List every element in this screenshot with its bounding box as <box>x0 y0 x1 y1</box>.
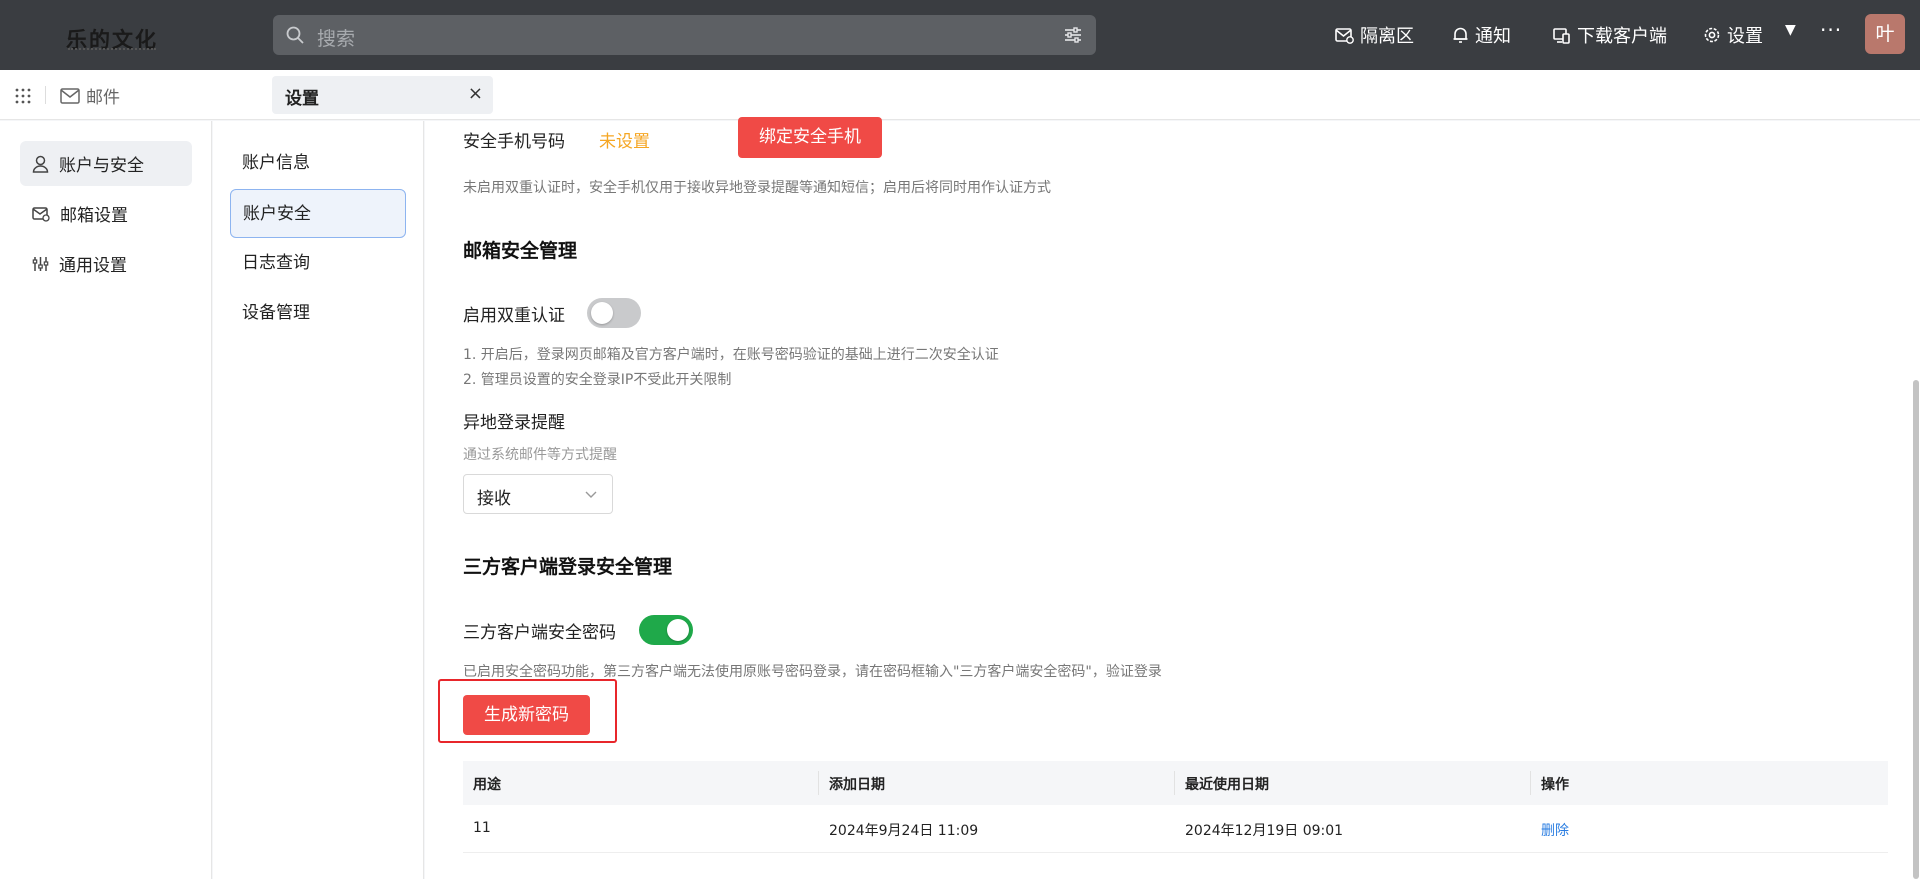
sub-menu: 账户信息 账户安全 日志查询 设备管理 <box>213 121 424 879</box>
column-header-added-date: 添加日期 <box>829 777 885 793</box>
submenu-item-account-info[interactable]: 账户信息 <box>230 139 406 188</box>
search-bar[interactable]: 搜索 <box>273 15 1096 55</box>
apps-grid-icon[interactable] <box>14 87 32 105</box>
third-party-password-label: 三方客户端安全密码 <box>463 623 616 643</box>
sidebar-item-account-security[interactable]: 账户与安全 <box>20 141 192 186</box>
chevron-down-icon <box>585 491 597 498</box>
column-header-last-used: 最近使用日期 <box>1185 777 1269 793</box>
more-menu-icon[interactable]: ··· <box>1820 18 1842 42</box>
tab-mail-label: 邮件 <box>86 88 120 108</box>
notifications-label: 通知 <box>1475 26 1511 47</box>
sliders-icon <box>32 256 49 271</box>
tab-bar: 邮件 设置 × <box>0 70 1920 120</box>
remote-login-select[interactable]: 接收 <box>463 474 613 514</box>
remote-login-select-value: 接收 <box>477 489 511 509</box>
security-phone-label: 安全手机号码 <box>463 132 565 152</box>
quarantine-label: 隔离区 <box>1360 26 1414 47</box>
column-divider <box>1530 771 1531 795</box>
delete-link[interactable]: 删除 <box>1541 820 1569 840</box>
notifications-link[interactable]: 通知 <box>1452 20 1511 50</box>
bell-icon <box>1453 27 1468 43</box>
mailbox-settings-icon <box>32 206 50 222</box>
generate-password-button[interactable]: 生成新密码 <box>463 695 590 735</box>
third-party-password-toggle[interactable] <box>639 615 693 645</box>
mail-icon <box>60 87 80 104</box>
logo-underline <box>68 48 156 51</box>
mailbox-security-title: 邮箱安全管理 <box>463 240 578 262</box>
search-icon <box>286 26 304 44</box>
quarantine-icon <box>1335 27 1354 44</box>
avatar[interactable]: 叶 <box>1865 14 1905 54</box>
filter-icon[interactable] <box>1064 26 1082 44</box>
sidebar-item-label: 邮箱设置 <box>60 206 128 226</box>
two-factor-toggle[interactable] <box>587 298 641 328</box>
column-header-actions: 操作 <box>1541 777 1569 793</box>
gear-icon <box>1704 27 1720 43</box>
sidebar-item-general-settings[interactable]: 通用设置 <box>20 241 192 286</box>
sidebar-item-label: 通用设置 <box>59 256 127 276</box>
download-client-label: 下载客户端 <box>1577 26 1667 47</box>
column-header-purpose: 用途 <box>473 777 501 793</box>
search-input[interactable]: 搜索 <box>317 24 355 51</box>
sidebar-item-mailbox-settings[interactable]: 邮箱设置 <box>20 191 192 236</box>
table-header: 用途 添加日期 最近使用日期 操作 <box>463 761 1888 805</box>
bind-phone-button[interactable]: 绑定安全手机 <box>738 117 882 158</box>
settings-sidebar: 账户与安全 邮箱设置 通用设置 <box>0 121 212 879</box>
cell-added-date: 2024年9月24日 11:09 <box>829 823 979 839</box>
submenu-item-account-security[interactable]: 账户安全 <box>230 189 406 238</box>
quarantine-link[interactable]: 隔离区 <box>1335 20 1414 50</box>
tab-settings-label: 设置 <box>285 89 319 109</box>
remote-login-label: 异地登录提醒 <box>463 413 565 433</box>
scrollbar-thumb[interactable] <box>1913 380 1919 879</box>
tab-mail[interactable]: 邮件 <box>60 83 120 108</box>
sidebar-item-label: 账户与安全 <box>59 156 144 176</box>
security-phone-note: 未启用双重认证时，安全手机仅用于接收异地登录提醒等通知短信；启用后将同时用作认证… <box>463 180 1051 196</box>
two-factor-label: 启用双重认证 <box>463 306 565 326</box>
third-party-security-title: 三方客户端登录安全管理 <box>463 556 673 578</box>
submenu-item-log-query[interactable]: 日志查询 <box>230 239 406 288</box>
top-bar: 乐的文化 搜索 隔离区 通知 下载客户端 设置 ▼ ··· 叶 <box>0 0 1920 70</box>
cell-purpose: 11 <box>473 820 491 836</box>
toggle-knob <box>591 302 613 324</box>
devices-icon <box>1553 27 1570 44</box>
settings-dropdown-caret-icon[interactable]: ▼ <box>1785 22 1796 38</box>
user-icon <box>32 155 49 173</box>
tab-settings[interactable]: 设置 × <box>272 76 493 114</box>
settings-label: 设置 <box>1727 26 1763 47</box>
cell-last-used: 2024年12月19日 09:01 <box>1185 823 1344 839</box>
column-divider <box>1174 771 1175 795</box>
two-factor-note-1: 1. 开启后，登录网页邮箱及官方客户端时，在账号密码验证的基础上进行二次安全认证 <box>463 347 999 363</box>
remote-login-note: 通过系统邮件等方式提醒 <box>463 447 617 463</box>
toggle-knob <box>667 619 689 641</box>
settings-link[interactable]: 设置 <box>1703 20 1763 50</box>
close-tab-icon[interactable]: × <box>468 83 483 104</box>
third-party-password-note: 已启用安全密码功能，第三方客户端无法使用原账号密码登录，请在密码框输入"三方客户… <box>463 664 1162 680</box>
download-client-link[interactable]: 下载客户端 <box>1553 20 1667 50</box>
two-factor-note-2: 2. 管理员设置的安全登录IP不受此开关限制 <box>463 372 732 388</box>
divider <box>45 86 46 104</box>
column-divider <box>818 771 819 795</box>
submenu-item-device-management[interactable]: 设备管理 <box>230 289 406 338</box>
security-phone-status: 未设置 <box>599 132 650 152</box>
table-row: 11 2024年9月24日 11:09 2024年12月19日 09:01 删除 <box>463 805 1888 853</box>
